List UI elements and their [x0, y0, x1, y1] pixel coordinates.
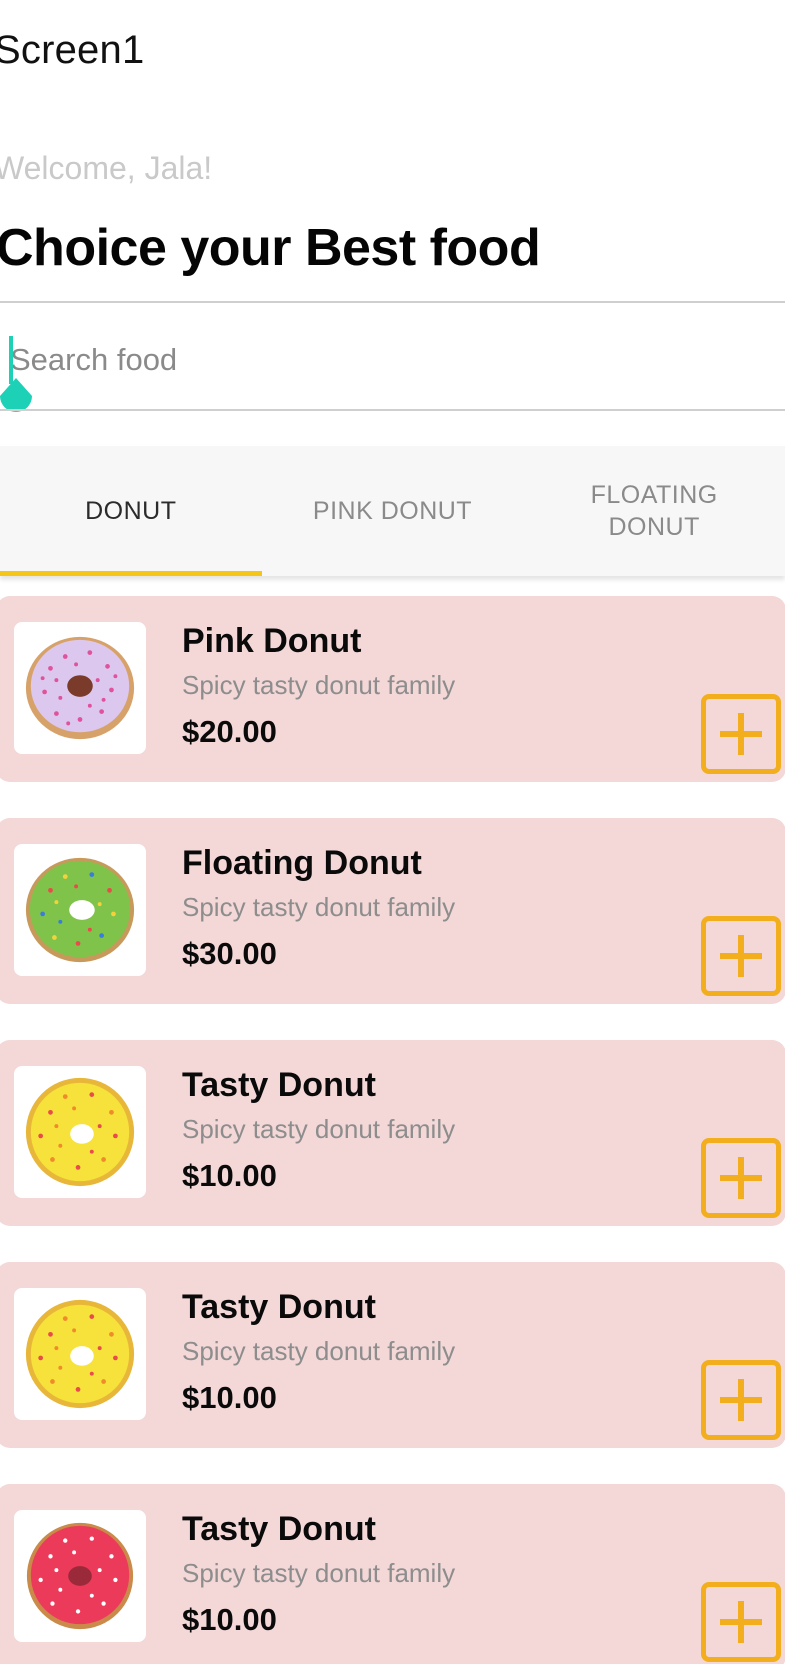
cursor-handle-icon[interactable] [0, 378, 34, 418]
food-name: Tasty Donut [182, 1288, 376, 1326]
welcome-text: Welcome, Jala! [0, 150, 213, 186]
food-image [14, 1066, 146, 1198]
food-description: Spicy tasty donut family [182, 1336, 456, 1366]
add-to-cart-button[interactable] [701, 1360, 781, 1440]
food-card[interactable]: Tasty Donut Spicy tasty donut family $10… [0, 1040, 785, 1226]
add-to-cart-button[interactable] [701, 694, 781, 774]
tab-label: DONUT [85, 497, 177, 525]
search-input[interactable] [10, 332, 770, 388]
red-donut-icon [26, 1522, 134, 1630]
food-description: Spicy tasty donut family [182, 1114, 456, 1144]
tab-label: FLOATING DONUT [590, 481, 718, 541]
pink-donut-icon [25, 636, 135, 740]
app-root: Screen1 Welcome, Jala! Choice your Best … [0, 0, 785, 1664]
food-image [14, 1288, 146, 1420]
search-underline [0, 409, 785, 411]
food-name: Pink Donut [182, 622, 362, 660]
divider [0, 301, 785, 303]
food-card[interactable]: Pink Donut Spicy tasty donut family $20.… [0, 596, 785, 782]
add-to-cart-button[interactable] [701, 1582, 781, 1662]
plus-icon [720, 935, 762, 977]
plus-icon [720, 713, 762, 755]
tab-pink-donut[interactable]: PINK DONUT [262, 446, 524, 576]
search-box [0, 306, 785, 412]
food-price: $10.00 [182, 1602, 277, 1637]
add-to-cart-button[interactable] [701, 1138, 781, 1218]
food-card[interactable]: Tasty Donut Spicy tasty donut family $10… [0, 1262, 785, 1448]
food-price: $10.00 [182, 1380, 277, 1415]
food-card[interactable]: Floating Donut Spicy tasty donut family … [0, 818, 785, 1004]
yellow-donut-icon [25, 1077, 135, 1187]
tab-floating-donut[interactable]: FLOATING DONUT [523, 446, 785, 576]
plus-icon [720, 1379, 762, 1421]
text-cursor [9, 336, 13, 384]
food-name: Floating Donut [182, 844, 422, 882]
food-price: $30.00 [182, 936, 277, 971]
plus-icon [720, 1601, 762, 1643]
food-name: Tasty Donut [182, 1066, 376, 1104]
tab-donut[interactable]: DONUT [0, 446, 262, 576]
food-price: $10.00 [182, 1158, 277, 1193]
yellow-donut-icon [25, 1299, 135, 1409]
food-image [14, 622, 146, 754]
food-image [14, 844, 146, 976]
food-image [14, 1510, 146, 1642]
plus-icon [720, 1157, 762, 1199]
green-donut-icon [25, 857, 135, 963]
food-name: Tasty Donut [182, 1510, 376, 1548]
app-bar-title: Screen1 [0, 28, 145, 72]
tab-label: PINK DONUT [312, 497, 473, 525]
food-card[interactable]: Tasty Donut Spicy tasty donut family $10… [0, 1484, 785, 1664]
category-tabs: DONUT PINK DONUT FLOATING DONUT [0, 446, 785, 576]
food-description: Spicy tasty donut family [182, 670, 456, 700]
add-to-cart-button[interactable] [701, 916, 781, 996]
food-description: Spicy tasty donut family [182, 892, 456, 922]
app-bar: Screen1 [0, 0, 785, 108]
food-price: $20.00 [182, 714, 277, 749]
food-description: Spicy tasty donut family [182, 1558, 456, 1588]
active-tab-indicator [0, 571, 262, 576]
page-headline: Choice your Best food [0, 219, 541, 277]
